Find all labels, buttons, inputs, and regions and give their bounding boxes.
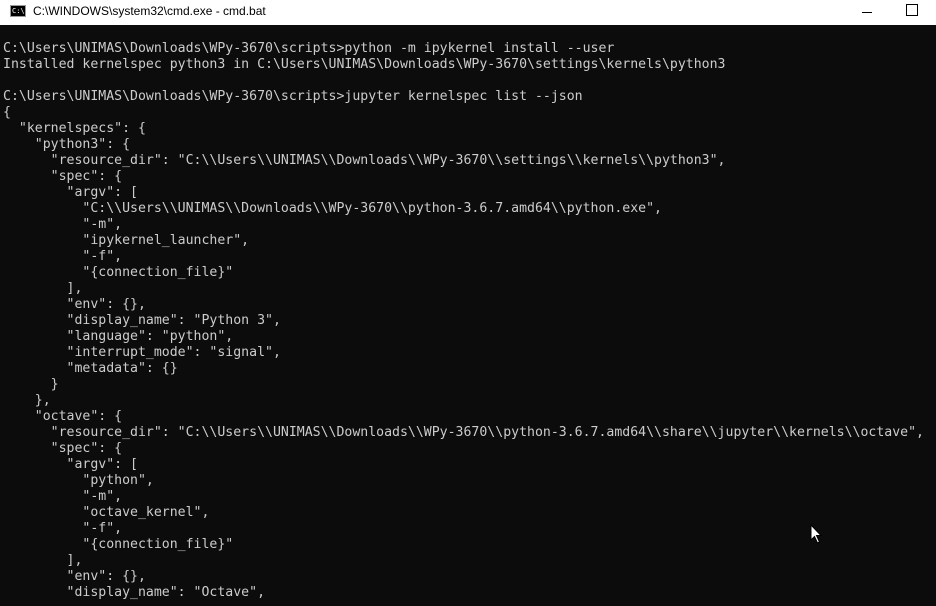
minimize-icon <box>862 12 872 13</box>
console-line: "interrupt_mode": "signal", <box>3 345 281 360</box>
console-line: ], <box>3 281 83 296</box>
console-line: }, <box>3 393 51 408</box>
console-line: { <box>3 105 11 120</box>
console-line: "octave": { <box>3 409 123 424</box>
console-line: "spec": { <box>3 169 123 184</box>
console-line: "-f", <box>3 249 123 264</box>
console-line: "display_name": "Python 3", <box>3 313 281 328</box>
maximize-button[interactable] <box>890 0 936 25</box>
console-line: "kernelspecs": { <box>3 121 146 136</box>
console-line: } <box>3 377 59 392</box>
console-line: Installed kernelspec python3 in C:\Users… <box>3 57 726 72</box>
console-output: C:\Users\UNIMAS\Downloads\WPy-3670\scrip… <box>3 41 924 601</box>
console-line: "spec": { <box>3 441 123 456</box>
window-title: C:\WINDOWS\system32\cmd.exe - cmd.bat <box>33 4 266 18</box>
console-line: "display_name": "Octave", <box>3 585 266 600</box>
maximize-icon <box>906 4 918 16</box>
console-line: "{connection_file}" <box>3 537 234 552</box>
console-line: "octave_kernel", <box>3 505 210 520</box>
console-line: "metadata": {} <box>3 361 178 376</box>
console-line: "resource_dir": "C:\\Users\\UNIMAS\\Down… <box>3 425 924 440</box>
console-line: "argv": [ <box>3 185 138 200</box>
console-line: "argv": [ <box>3 457 138 472</box>
console-line: "-m", <box>3 489 123 504</box>
console-line: "env": {}, <box>3 297 146 312</box>
minimize-button[interactable] <box>844 0 890 25</box>
console-line: "C:\\Users\\UNIMAS\\Downloads\\WPy-3670\… <box>3 201 662 216</box>
console-line: "-f", <box>3 521 123 536</box>
console-line: "python3": { <box>3 137 131 152</box>
console-line: ], <box>3 553 83 568</box>
console-line: "resource_dir": "C:\\Users\\UNIMAS\\Down… <box>3 153 726 168</box>
console-line: "-m", <box>3 217 123 232</box>
cmd-window: C:\ C:\WINDOWS\system32\cmd.exe - cmd.ba… <box>0 0 936 606</box>
console-line: "python", <box>3 473 154 488</box>
console-line: C:\Users\UNIMAS\Downloads\WPy-3670\scrip… <box>3 41 615 56</box>
console-area[interactable]: C:\Users\UNIMAS\Downloads\WPy-3670\scrip… <box>0 25 936 606</box>
mouse-pointer-icon <box>810 524 822 544</box>
cmd-icon: C:\ <box>10 5 26 17</box>
console-line: "{connection_file}" <box>3 265 234 280</box>
title-bar[interactable]: C:\ C:\WINDOWS\system32\cmd.exe - cmd.ba… <box>0 0 936 25</box>
console-line: C:\Users\UNIMAS\Downloads\WPy-3670\scrip… <box>3 89 583 104</box>
console-line: "language": "python", <box>3 329 234 344</box>
console-line: "ipykernel_launcher", <box>3 233 250 248</box>
console-line: "env": {}, <box>3 569 146 584</box>
